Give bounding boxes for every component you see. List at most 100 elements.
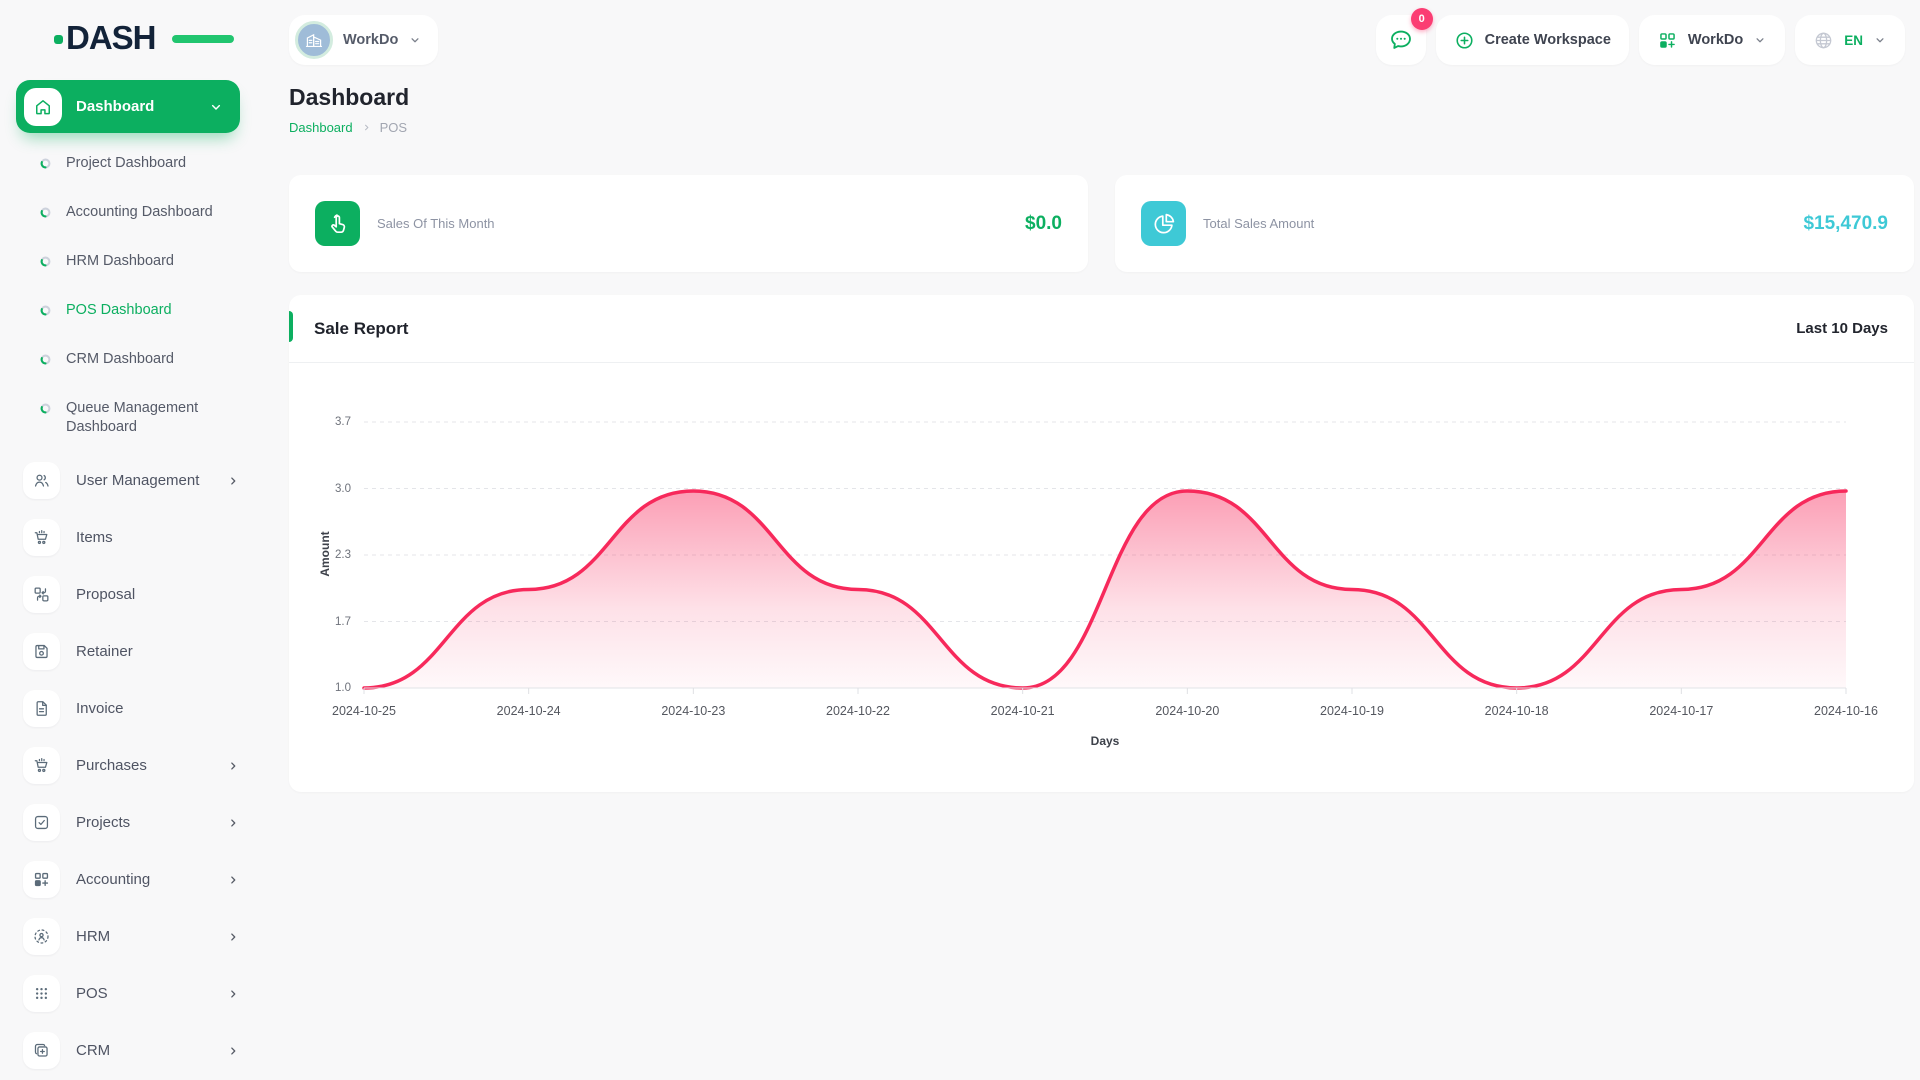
plus-circle-icon <box>1454 30 1475 51</box>
language-selector[interactable]: EN <box>1795 15 1905 65</box>
workdo-menu-button[interactable]: WorkDo <box>1638 15 1786 65</box>
sidebar-item-pos-dashboard[interactable]: POS Dashboard <box>16 286 240 335</box>
logo-dot-icon <box>54 35 63 44</box>
sidebar-item-label: Dashboard <box>76 98 155 115</box>
stat-value: $15,470.9 <box>1803 212 1888 234</box>
status-ring-icon <box>40 256 51 267</box>
breadcrumb-dashboard-link[interactable]: Dashboard <box>289 120 353 135</box>
cart-icon <box>23 519 60 556</box>
chevron-right-icon <box>226 759 240 773</box>
sidebar-item-purchases[interactable]: Purchases <box>16 737 246 794</box>
sidebar-item-project-dashboard[interactable]: Project Dashboard <box>16 139 240 188</box>
sidebar-item-accounting-dashboard[interactable]: Accounting Dashboard <box>16 188 240 237</box>
sidebar-item-crm[interactable]: CRM <box>16 1022 246 1079</box>
chevron-right-icon <box>226 930 240 944</box>
sidebar-item-label: Proposal <box>76 586 136 603</box>
x-tick-label: 2024-10-18 <box>1484 704 1549 718</box>
users-icon <box>23 462 60 499</box>
sidebar-item-label: Purchases <box>76 757 147 774</box>
sale-report-title: Sale Report <box>314 318 409 338</box>
sidebar-item-dashboard[interactable]: Dashboard <box>16 80 240 133</box>
x-tick-label: 2024-10-16 <box>1814 704 1878 718</box>
person-focus-icon <box>23 918 60 955</box>
sidebar-item-hrm[interactable]: HRM <box>16 908 246 965</box>
sidebar-item-label: Projects <box>76 814 131 831</box>
chevron-down-icon <box>1873 33 1887 47</box>
sidebar-item-label: Items <box>76 529 113 546</box>
chat-bubble-icon <box>1388 27 1414 53</box>
sidebar-item-crm-dashboard[interactable]: CRM Dashboard <box>16 335 240 384</box>
area-chart-svg <box>362 421 1848 694</box>
document-icon <box>23 690 60 727</box>
squares-plus-icon <box>23 1032 60 1069</box>
sidebar-item-label: Project Dashboard <box>66 155 187 171</box>
logo-dash-icon <box>172 35 234 43</box>
stat-label: Total Sales Amount <box>1203 216 1315 231</box>
sidebar-item-label: Retainer <box>76 643 133 660</box>
accent-bar <box>289 311 293 342</box>
sidebar-item-accounting[interactable]: Accounting <box>16 851 246 908</box>
grid-plus-icon <box>23 861 60 898</box>
messages-button[interactable]: 0 <box>1375 8 1433 65</box>
status-ring-icon <box>40 158 51 169</box>
building-icon <box>295 21 333 59</box>
chevron-right-icon <box>226 873 240 887</box>
sidebar: DASH Dashboard Project Dashboard Accounti… <box>0 0 257 1080</box>
sidebar-item-retainer[interactable]: Retainer <box>16 623 246 680</box>
checkbox-icon <box>23 804 60 841</box>
home-icon <box>24 87 62 126</box>
x-tick-label: 2024-10-20 <box>1155 704 1220 718</box>
stats-row: Sales Of This Month $0.0 Total Sales Amoun… <box>289 175 1914 272</box>
sidebar-item-user-management[interactable]: User Management <box>16 452 246 509</box>
sale-report-header: Sale Report Last 10 Days <box>289 295 1914 363</box>
floppy-disk-icon <box>23 633 60 670</box>
sidebar-item-proposal[interactable]: Proposal <box>16 566 246 623</box>
sidebar-item-label: CRM Dashboard <box>66 351 174 367</box>
main-content: WorkDo 0 Create Workspace WorkDo EN Dash… <box>257 0 1920 1080</box>
sidebar-item-label: Invoice <box>76 700 124 717</box>
language-label: EN <box>1844 32 1863 48</box>
x-tick-label: 2024-10-22 <box>826 704 890 718</box>
cart-icon <box>23 747 60 784</box>
globe-icon <box>1813 30 1834 51</box>
workspace-switcher[interactable]: WorkDo <box>289 15 439 65</box>
x-axis-title: Days <box>1090 734 1120 748</box>
sidebar-item-label: User Management <box>76 472 200 489</box>
stat-label: Sales Of This Month <box>377 216 495 231</box>
y-tick-label: 3.7 <box>335 416 351 428</box>
sidebar-item-label: Queue Management Dashboard <box>66 400 199 435</box>
chevron-right-icon <box>226 816 240 830</box>
sidebar-item-invoice[interactable]: Invoice <box>16 680 246 737</box>
status-ring-icon <box>40 207 51 218</box>
swap-boxes-icon <box>23 576 60 613</box>
sidebar-item-label: Accounting <box>76 871 151 888</box>
x-tick-label: 2024-10-23 <box>661 704 726 718</box>
brand-logo[interactable]: DASH <box>54 18 234 58</box>
sale-report-range: Last 10 Days <box>1796 320 1888 337</box>
sidebar-item-label: Accounting Dashboard <box>66 204 213 220</box>
sidebar-item-queue-management-dashboard[interactable]: Queue Management Dashboard <box>16 384 240 452</box>
sidebar-item-items[interactable]: Items <box>16 509 246 566</box>
sidebar-item-projects[interactable]: Projects <box>16 794 246 851</box>
status-ring-icon <box>40 354 51 365</box>
messages-badge: 0 <box>1410 8 1433 30</box>
page-title: Dashboard <box>289 84 410 110</box>
chevron-down-icon <box>1753 33 1767 47</box>
sidebar-item-label: CRM <box>76 1042 111 1059</box>
dots-grid-icon <box>23 975 60 1012</box>
chevron-right-icon <box>226 474 240 488</box>
sidebar-menu: User Management Items Proposal Retainer Invo… <box>16 452 246 1079</box>
x-tick-label: 2024-10-24 <box>496 704 561 718</box>
x-tick-label: 2024-10-25 <box>332 704 396 718</box>
chevron-down-icon <box>208 99 224 115</box>
chevron-down-icon <box>408 33 422 47</box>
x-tick-label: 2024-10-21 <box>990 704 1055 718</box>
grid-plus-icon <box>1657 30 1678 51</box>
create-workspace-button[interactable]: Create Workspace <box>1435 15 1629 65</box>
workspace-name: WorkDo <box>343 32 399 48</box>
pie-chart-icon <box>1141 201 1186 246</box>
sidebar-item-pos[interactable]: POS <box>16 965 246 1022</box>
y-tick-label: 1.7 <box>335 615 351 628</box>
status-ring-icon <box>40 403 51 414</box>
sidebar-item-hrm-dashboard[interactable]: HRM Dashboard <box>16 237 240 286</box>
